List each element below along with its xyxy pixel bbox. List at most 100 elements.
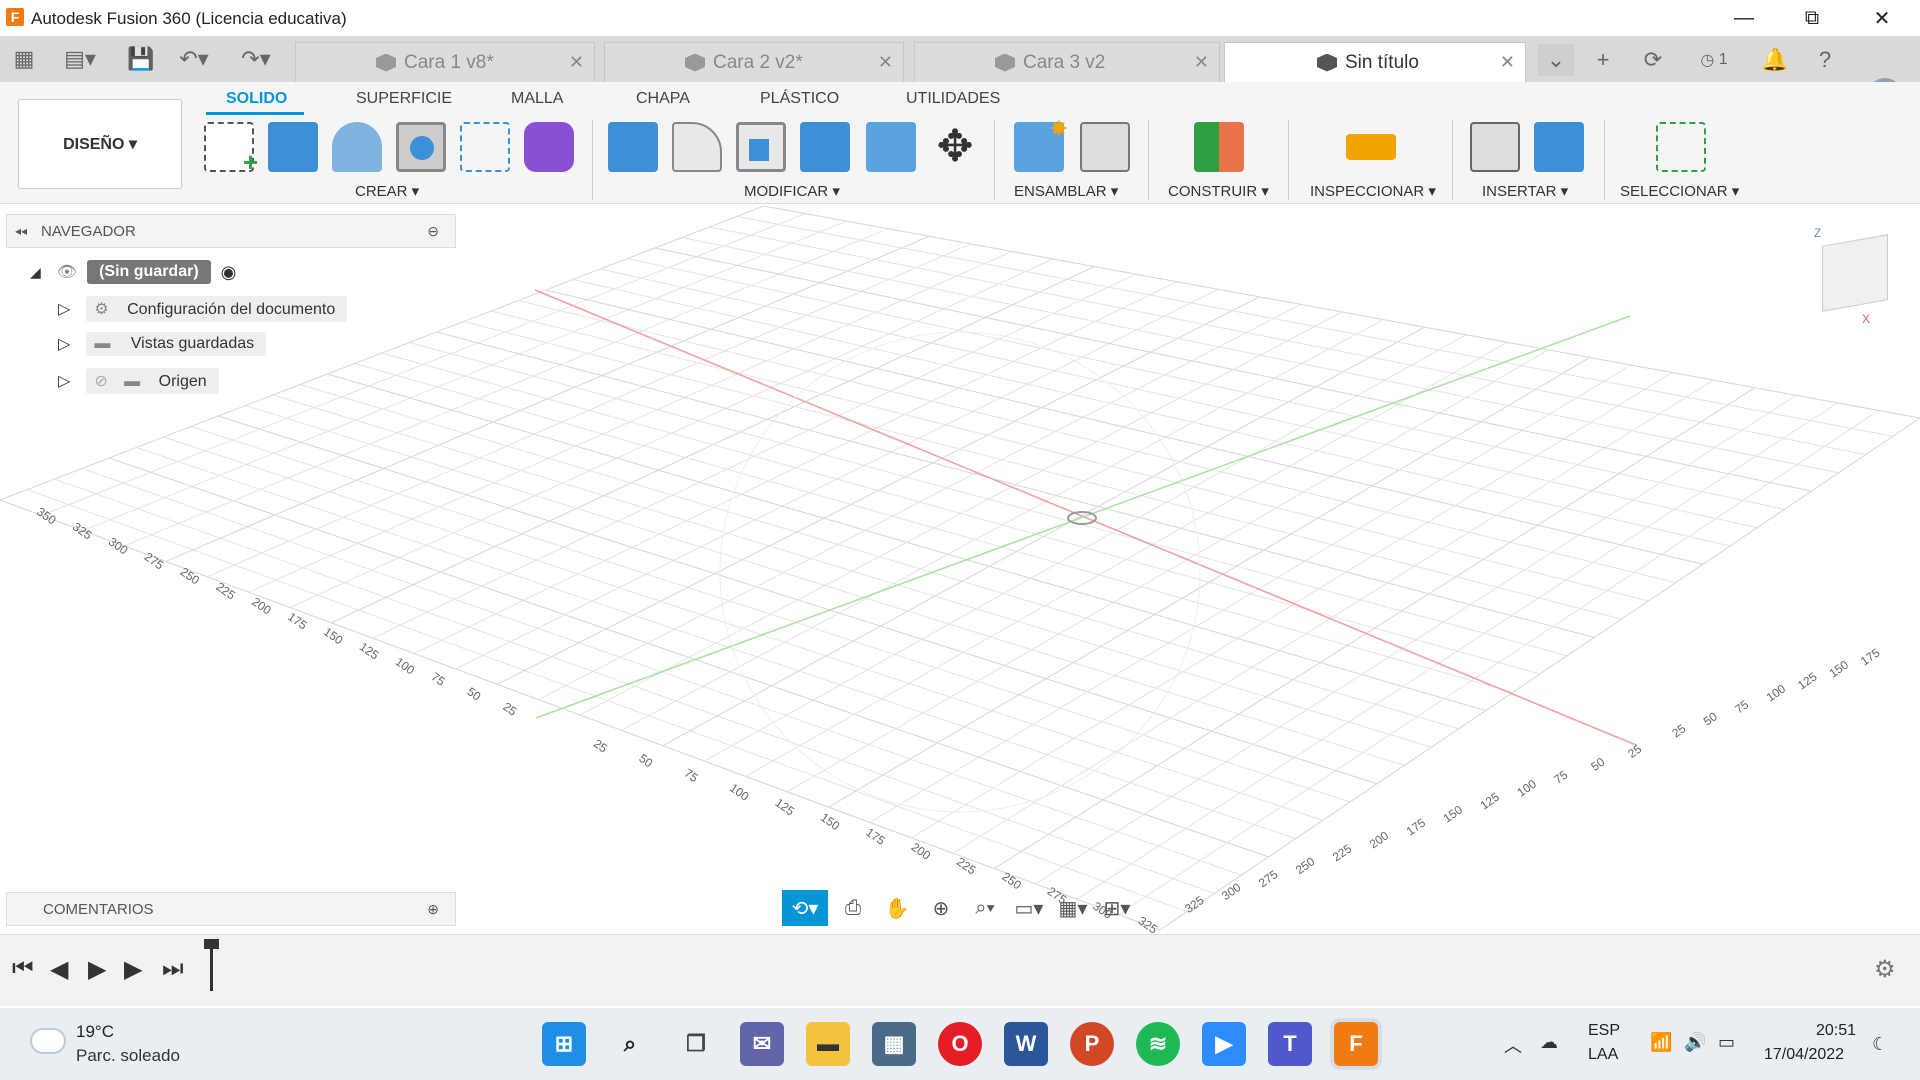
chat-icon[interactable]: ✉	[740, 1022, 784, 1066]
expand-triangle-icon[interactable]: ▷	[58, 299, 70, 319]
insert-derive-icon[interactable]	[1470, 122, 1520, 172]
step-back-icon[interactable]: ◀	[50, 955, 68, 984]
fusion-taskbar-icon[interactable]: F	[1334, 1022, 1378, 1066]
opera-icon[interactable]: O	[938, 1022, 982, 1066]
doc-tab-cara-3[interactable]: Cara 3 v2 ✕	[914, 42, 1220, 82]
word-icon[interactable]: W	[1004, 1022, 1048, 1066]
go-to-end-icon[interactable]: ⏭	[162, 955, 184, 983]
measure-icon[interactable]	[1346, 134, 1396, 160]
weather-cloud-icon[interactable]	[30, 1028, 66, 1054]
timeline-marker[interactable]	[210, 943, 213, 991]
split-body-icon[interactable]	[866, 122, 916, 172]
navigator-item-saved-views[interactable]: ▷ ▬ Vistas guardadas	[58, 332, 267, 356]
press-pull-icon[interactable]	[608, 122, 658, 172]
collapse-icon[interactable]: ◂◂	[15, 224, 27, 238]
spotify-icon[interactable]: ≋	[1136, 1022, 1180, 1066]
clock-date[interactable]: 17/04/2022	[1764, 1046, 1844, 1064]
group-modificar[interactable]: MODIFICAR ▾	[744, 182, 840, 200]
tab-chapa[interactable]: CHAPA	[636, 90, 690, 108]
notifications-bell-icon[interactable]: 🔔	[1758, 44, 1792, 76]
hole-icon[interactable]	[396, 122, 446, 172]
close-button[interactable]: ✕	[1852, 0, 1912, 36]
extensions-icon[interactable]: ⟳	[1636, 44, 1670, 76]
close-tab-icon[interactable]: ✕	[1194, 52, 1209, 73]
expand-triangle-icon[interactable]: ◢	[30, 264, 41, 281]
restore-button[interactable]: ⧉	[1782, 0, 1842, 36]
hidden-eye-icon[interactable]: ⊘	[94, 373, 107, 390]
create-sketch-icon[interactable]: +	[204, 122, 258, 177]
expand-triangle-icon[interactable]: ▷	[58, 371, 70, 391]
battery-icon[interactable]: ▭	[1718, 1032, 1735, 1053]
plus-circle-icon[interactable]: ⊕	[427, 901, 439, 918]
viewports-icon[interactable]: ⊞▾	[1098, 890, 1136, 926]
navigator-item-origin[interactable]: ▷ ⊘ ▬ Origen	[58, 368, 219, 394]
notifications-moon-icon[interactable]: ☾	[1872, 1034, 1888, 1055]
comments-panel-header[interactable]: COMENTARIOS ⊕	[6, 892, 456, 926]
search-icon[interactable]: ⌕	[608, 1022, 652, 1066]
clock-time[interactable]: 20:51	[1816, 1022, 1856, 1040]
calculator-icon[interactable]: ▦	[872, 1022, 916, 1066]
timeline-marker-head[interactable]	[204, 939, 219, 949]
tab-utilidades[interactable]: UTILIDADES	[906, 90, 1000, 108]
fillet-icon[interactable]	[672, 122, 722, 172]
group-inspeccionar[interactable]: INSPECCIONAR ▾	[1310, 182, 1436, 200]
offset-plane-icon[interactable]	[1194, 122, 1244, 172]
expand-triangle-icon[interactable]: ▷	[58, 334, 70, 354]
close-tab-icon[interactable]: ✕	[569, 52, 584, 73]
extrude-icon[interactable]	[268, 122, 318, 172]
navigator-item-document-settings[interactable]: ▷ ⚙ Configuración del documento	[58, 296, 348, 322]
group-crear[interactable]: CREAR ▾	[355, 182, 419, 200]
windows-start-icon[interactable]: ⊞	[542, 1022, 586, 1066]
revolve-icon[interactable]	[332, 122, 382, 172]
tab-superficie[interactable]: SUPERFICIE	[356, 90, 452, 108]
play-icon[interactable]: ▶	[88, 955, 106, 984]
pattern-icon[interactable]	[460, 122, 510, 172]
new-tab-plus-icon[interactable]: +	[1586, 44, 1620, 76]
pan-hand-icon[interactable]: ✋	[878, 890, 916, 926]
step-forward-icon[interactable]: ▶	[124, 955, 142, 984]
visibility-eye-icon[interactable]: 👁	[57, 262, 77, 282]
group-insertar[interactable]: INSERTAR ▾	[1482, 182, 1568, 200]
activate-radio-icon[interactable]: ◉	[221, 262, 237, 283]
zoom-icon[interactable]: ⊕	[922, 890, 960, 926]
keyboard-layout[interactable]: LAA	[1588, 1046, 1618, 1064]
apps-grid-icon[interactable]: ▦	[8, 44, 40, 74]
help-icon[interactable]: ?	[1808, 44, 1842, 76]
zoom-app-icon[interactable]: ▶	[1202, 1022, 1246, 1066]
powerpoint-icon[interactable]: P	[1070, 1022, 1114, 1066]
file-explorer-icon[interactable]: ▬	[806, 1022, 850, 1066]
volume-icon[interactable]: 🔊	[1684, 1032, 1706, 1053]
close-tab-icon[interactable]: ✕	[878, 52, 893, 73]
grid-settings-icon[interactable]: ▦▾	[1054, 890, 1092, 926]
move-icon[interactable]: ✥	[930, 122, 980, 172]
group-ensamblar[interactable]: ENSAMBLAR ▾	[1014, 182, 1118, 200]
minimize-button[interactable]: —	[1714, 0, 1774, 36]
tab-overflow-chevron-icon[interactable]: ⌄	[1538, 44, 1574, 76]
doc-tab-sin-titulo[interactable]: Sin título ✕	[1224, 42, 1526, 82]
redo-icon[interactable]: ↷▾	[234, 44, 278, 74]
language-code[interactable]: ESP	[1588, 1022, 1620, 1040]
display-settings-icon[interactable]: ▭▾	[1010, 890, 1048, 926]
look-at-icon[interactable]: ⎙	[834, 890, 872, 926]
tab-malla[interactable]: MALLA	[511, 90, 563, 108]
create-form-icon[interactable]	[524, 122, 574, 172]
task-view-icon[interactable]: ❐	[674, 1022, 718, 1066]
view-cube[interactable]	[1822, 234, 1888, 312]
onedrive-cloud-icon[interactable]: ☁	[1540, 1032, 1558, 1053]
new-component-icon[interactable]: ✸	[1014, 116, 1068, 172]
weather-desc[interactable]: Parc. soleado	[76, 1046, 180, 1066]
save-icon[interactable]: 💾	[124, 44, 158, 74]
group-seleccionar[interactable]: SELECCIONAR ▾	[1620, 182, 1739, 200]
fit-icon[interactable]: ⌕▾	[966, 890, 1004, 926]
insert-canvas-icon[interactable]	[1534, 122, 1584, 172]
teams-icon[interactable]: T	[1268, 1022, 1312, 1066]
wifi-icon[interactable]: 📶	[1650, 1032, 1672, 1053]
navigator-root-row[interactable]: ◢ 👁 (Sin guardar) ◉	[30, 260, 236, 284]
joint-icon[interactable]	[1080, 122, 1130, 172]
tab-solido[interactable]: SOLIDO	[226, 90, 287, 108]
job-status-icon[interactable]: ◷ 1	[1688, 44, 1740, 76]
navigator-panel-header[interactable]: ◂◂ NAVEGADOR ⊖	[6, 214, 456, 248]
doc-tab-cara-1[interactable]: Cara 1 v8* ✕	[295, 42, 595, 82]
file-menu-icon[interactable]: ▤▾	[58, 44, 102, 74]
weather-temp[interactable]: 19°C	[76, 1022, 114, 1042]
